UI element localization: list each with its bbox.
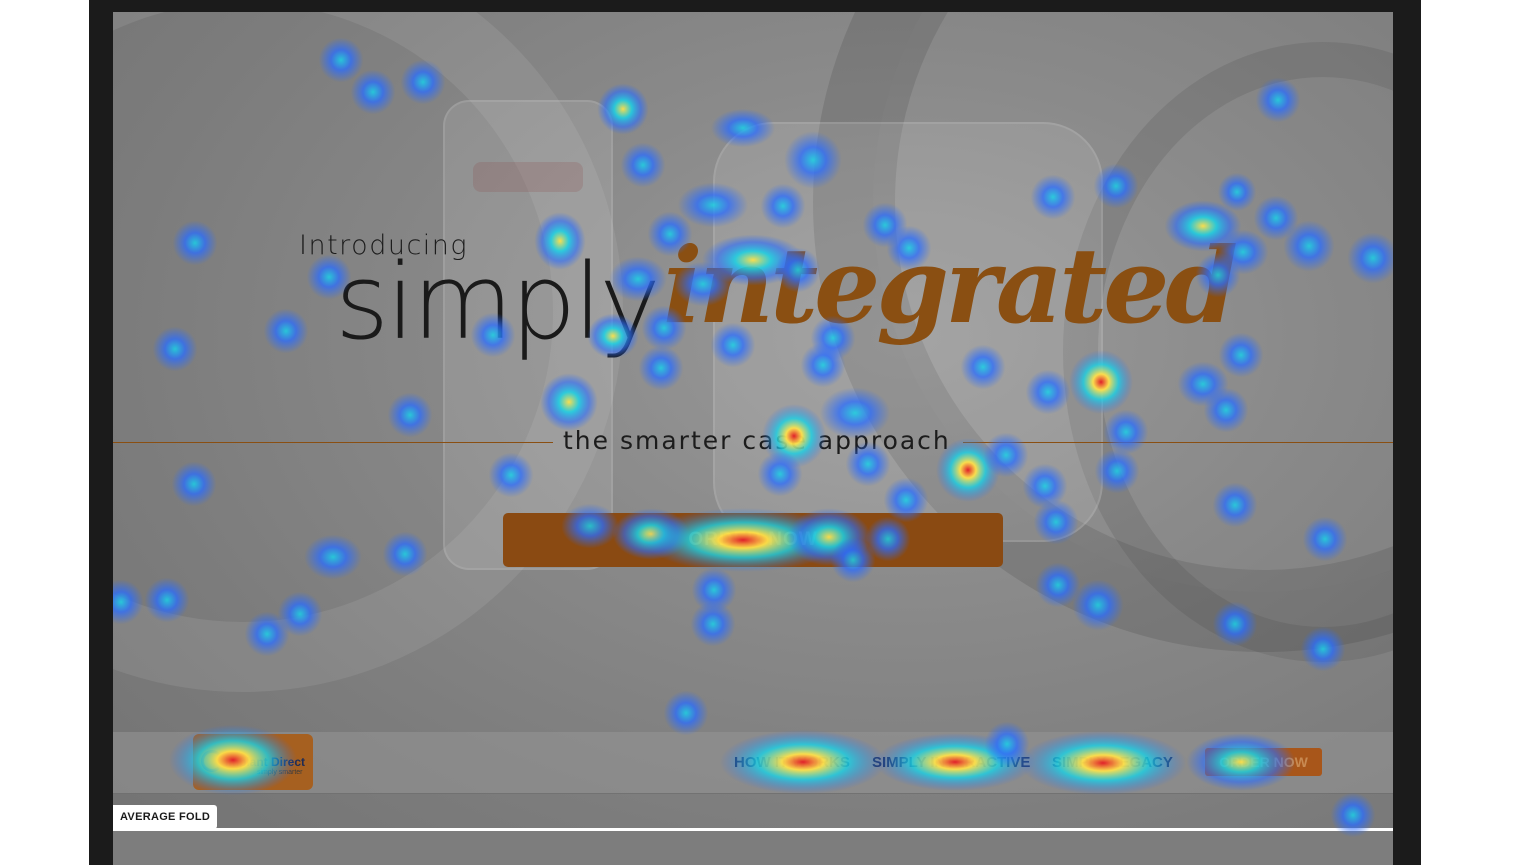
site-logo[interactable]: Implant Direct simply smarter	[193, 734, 313, 790]
hero-brand-plain: simply	[335, 241, 661, 363]
heatmap-blob	[620, 142, 666, 188]
below-fold-area	[113, 831, 1393, 865]
heatmap-blob	[691, 567, 737, 613]
logo-tagline: simply smarter	[257, 769, 303, 776]
average-fold-line	[113, 828, 1393, 831]
nav-simply-legacy[interactable]: SIMPLY LEGACY	[1052, 754, 1173, 771]
average-fold-label: AVERAGE FOLD	[113, 805, 218, 829]
heatmap-page-view: Introducing simply integrated the smarte…	[113, 12, 1393, 865]
heatmap-blob	[663, 690, 709, 736]
hero-brand-script: integrated	[663, 224, 1238, 347]
nav-how-it-works[interactable]: HOW IT WORKS	[734, 754, 850, 771]
logo-mark-icon	[201, 750, 223, 772]
heatmap-blob	[690, 601, 736, 647]
nav-order-now-button[interactable]: ORDER NOW	[1205, 748, 1322, 776]
tagline-divider-right	[963, 442, 1393, 443]
product-vial-cap	[473, 162, 583, 192]
site-navbar: Implant Direct simply smarter HOW IT WOR…	[113, 732, 1393, 794]
hero-tagline: the smarter case approach	[563, 426, 951, 455]
tagline-divider-left	[113, 442, 553, 443]
logo-name: Implant Direct	[225, 755, 306, 769]
hero-order-now-button[interactable]: ORDER NOW	[503, 513, 1003, 567]
nav-simply-interactive[interactable]: SIMPLY INTERACTIVE	[872, 754, 1030, 771]
